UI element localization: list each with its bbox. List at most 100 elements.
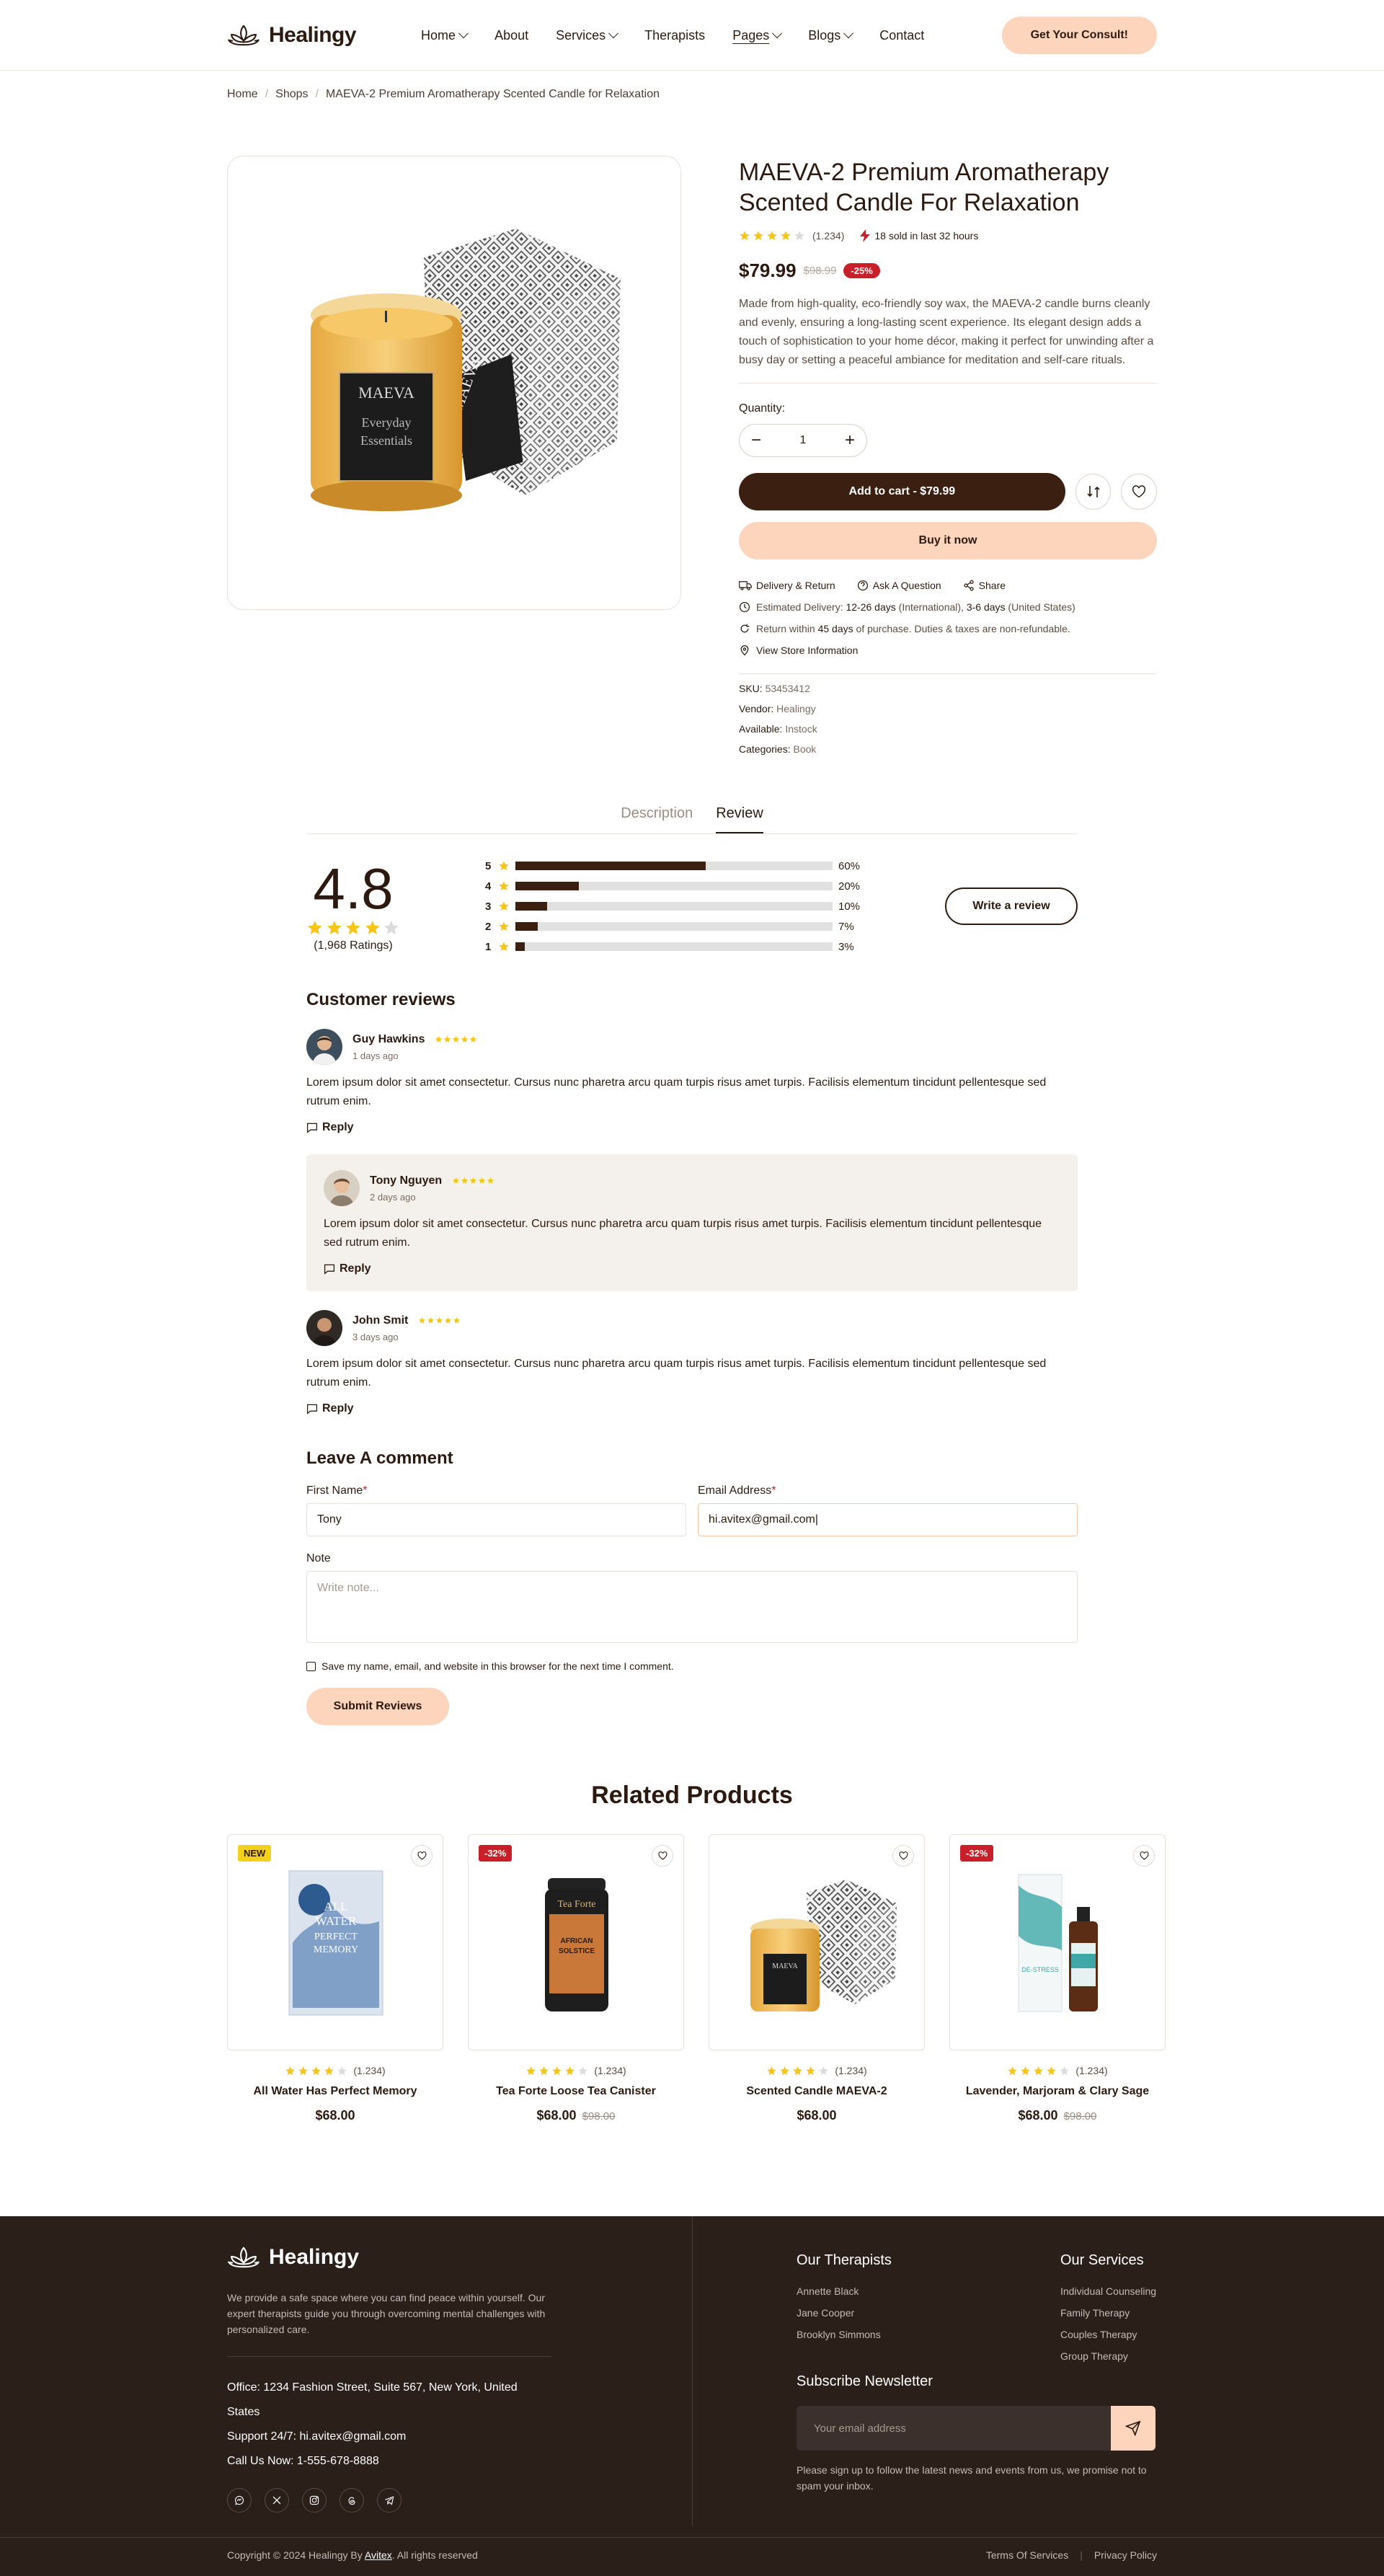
product-card[interactable]: MAEVA (1.234) Scented Candle MAEVA-2 $68… [709,1834,925,2123]
product-card-title[interactable]: All Water Has Perfect Memory [227,2085,443,2098]
product-description: Made from high-quality, eco-friendly soy… [739,295,1157,384]
add-to-cart-button[interactable]: Add to cart - $79.99 [739,473,1065,510]
first-name-field[interactable]: Tony [306,1503,686,1536]
wishlist-button[interactable] [1121,474,1158,510]
product-card-title[interactable]: Lavender, Marjoram & Clary Sage [949,2085,1166,2098]
tab-description[interactable]: Description [621,805,693,833]
newsletter-submit-button[interactable] [1111,2406,1155,2451]
star-empty-icon [337,2066,347,2076]
footer-link[interactable]: Family Therapy [1060,2302,1156,2324]
reply-button[interactable]: Reply [306,1121,1078,1134]
delivery-return-link[interactable]: Delivery & Return [739,580,835,591]
footer-brand-name: Healingy [269,2245,360,2269]
rating-bar-fill [515,862,706,870]
product-card-price: $68.00 [315,2108,355,2123]
compare-button[interactable] [1075,474,1112,510]
nav-therapists[interactable]: Therapists [644,28,705,43]
rating-bar-percent: 3% [838,940,854,953]
quantity-increase-button[interactable]: + [845,432,855,449]
save-info-checkbox[interactable] [306,1661,316,1671]
review-body: Lorem ipsum dolor sit amet consectetur. … [324,1218,1042,1249]
customer-reviews-heading: Customer reviews [306,990,456,1009]
email-field[interactable]: hi.avitex@gmail.com| [698,1503,1078,1536]
social-telegram[interactable] [377,2488,402,2513]
svg-text:WATER: WATER [316,1914,357,1928]
nav-services[interactable]: Services [556,28,619,43]
footer-link[interactable]: Annette Black [797,2280,892,2302]
social-links [227,2488,551,2513]
footer-link[interactable]: Jane Cooper [797,2302,892,2324]
share-link[interactable]: Share [963,580,1006,591]
average-rating: 4.8 (1,968 Ratings) [306,860,400,952]
footer-phone[interactable]: Call Us Now: 1-555-678-8888 [227,2449,551,2474]
quantity-decrease-button[interactable]: − [751,432,761,449]
breadcrumb-home[interactable]: Home [227,88,258,101]
product-card[interactable]: Tea Forte AFRICAN SOLSTICE -32% (1.234) … [468,1834,684,2123]
wishlist-button[interactable] [892,1845,914,1867]
ask-question-link[interactable]: Ask A Question [857,580,941,591]
terms-link[interactable]: Terms Of Services [986,2549,1068,2561]
svg-text:ALL: ALL [324,1900,347,1913]
footer-link[interactable]: Group Therapy [1060,2345,1156,2367]
copyright-brand-link[interactable]: Avitex [365,2549,392,2561]
candle-product-illustration: MAEVA MAEVA Everyday Essentials [311,229,621,511]
review-body: Lorem ipsum dolor sit amet consectetur. … [306,1076,1047,1107]
product-card-image[interactable]: MAEVA [709,1834,925,2050]
footer-link[interactable]: Couples Therapy [1060,2324,1156,2345]
wishlist-button[interactable] [411,1845,432,1867]
nav-blogs[interactable]: Blogs [808,28,854,43]
wishlist-button[interactable] [1133,1845,1155,1867]
buy-now-button[interactable]: Buy it now [739,522,1157,559]
reviewer-name: Tony Nguyen [370,1174,443,1187]
site-logo[interactable]: Healingy [227,23,357,48]
review-item: Guy Hawkins 1 days ago Lorem ipsum dolor… [306,1029,1078,1134]
social-x[interactable] [265,2488,289,2513]
star-empty-icon [794,230,805,242]
footer-link[interactable]: Brooklyn Simmons [797,2324,892,2345]
rating-bar-percent: 10% [838,900,861,913]
star-filled-icon [766,230,778,242]
product-card-image[interactable]: ALL WATER PERFECT MEMORY NEW [227,1834,443,2050]
nav-pages[interactable]: Pages [732,28,783,43]
chevron-down-icon [843,28,854,39]
product-card-title[interactable]: Scented Candle MAEVA-2 [709,2085,925,2098]
footer-logo[interactable]: Healingy [227,2245,551,2270]
social-instagram[interactable] [302,2488,327,2513]
consult-button[interactable]: Get Your Consult! [1001,17,1157,54]
nav-about[interactable]: About [494,28,528,43]
social-threads[interactable] [340,2488,364,2513]
lotus-logo-icon [227,23,260,48]
note-textarea[interactable]: Write note... [306,1571,1078,1643]
product-card-image[interactable]: Tea Forte AFRICAN SOLSTICE -32% [468,1834,684,2050]
submit-review-button[interactable]: Submit Reviews [306,1688,449,1725]
star-filled-icon [461,1177,469,1185]
heart-icon [658,1851,667,1860]
footer-support[interactable]: Support 24/7: hi.avitex@gmail.com [227,2425,551,2449]
reply-button[interactable]: Reply [306,1402,1078,1415]
product-card[interactable]: DE-STRESS -32% (1.234) Lavender, Marjora… [949,1834,1166,2123]
review-stars [435,1035,477,1043]
product-card-title[interactable]: Tea Forte Loose Tea Canister [468,2085,684,2098]
social-messenger[interactable] [227,2488,252,2513]
heart-icon [1140,1851,1148,1860]
breadcrumb-shops[interactable]: Shops [275,88,308,101]
product-card[interactable]: ALL WATER PERFECT MEMORY NEW (1.234) All… [227,1834,443,2123]
threads-icon [348,2497,355,2505]
newsletter-heading: Subscribe Newsletter [797,2373,933,2389]
quantity-value[interactable]: 1 [800,434,807,447]
nav-contact[interactable]: Contact [879,28,924,43]
product-image[interactable]: MAEVA MAEVA Everyday Essentials [227,156,681,610]
footer-divider [692,2216,693,2526]
reply-button[interactable]: Reply [324,1262,1060,1275]
star-filled-icon [498,941,510,952]
newsletter-email-input[interactable]: Your email address [797,2406,1155,2451]
footer-link[interactable]: Individual Counseling [1060,2280,1156,2302]
privacy-link[interactable]: Privacy Policy [1094,2549,1157,2561]
nav-home[interactable]: Home [421,28,469,43]
tab-review[interactable]: Review [716,805,763,833]
share-icon [964,580,974,591]
product-card-image[interactable]: DE-STRESS -32% [949,1834,1166,2050]
write-review-button[interactable]: Write a review [945,888,1078,925]
wishlist-button[interactable] [652,1845,673,1867]
store-info-link[interactable]: View Store Information [739,645,1157,656]
